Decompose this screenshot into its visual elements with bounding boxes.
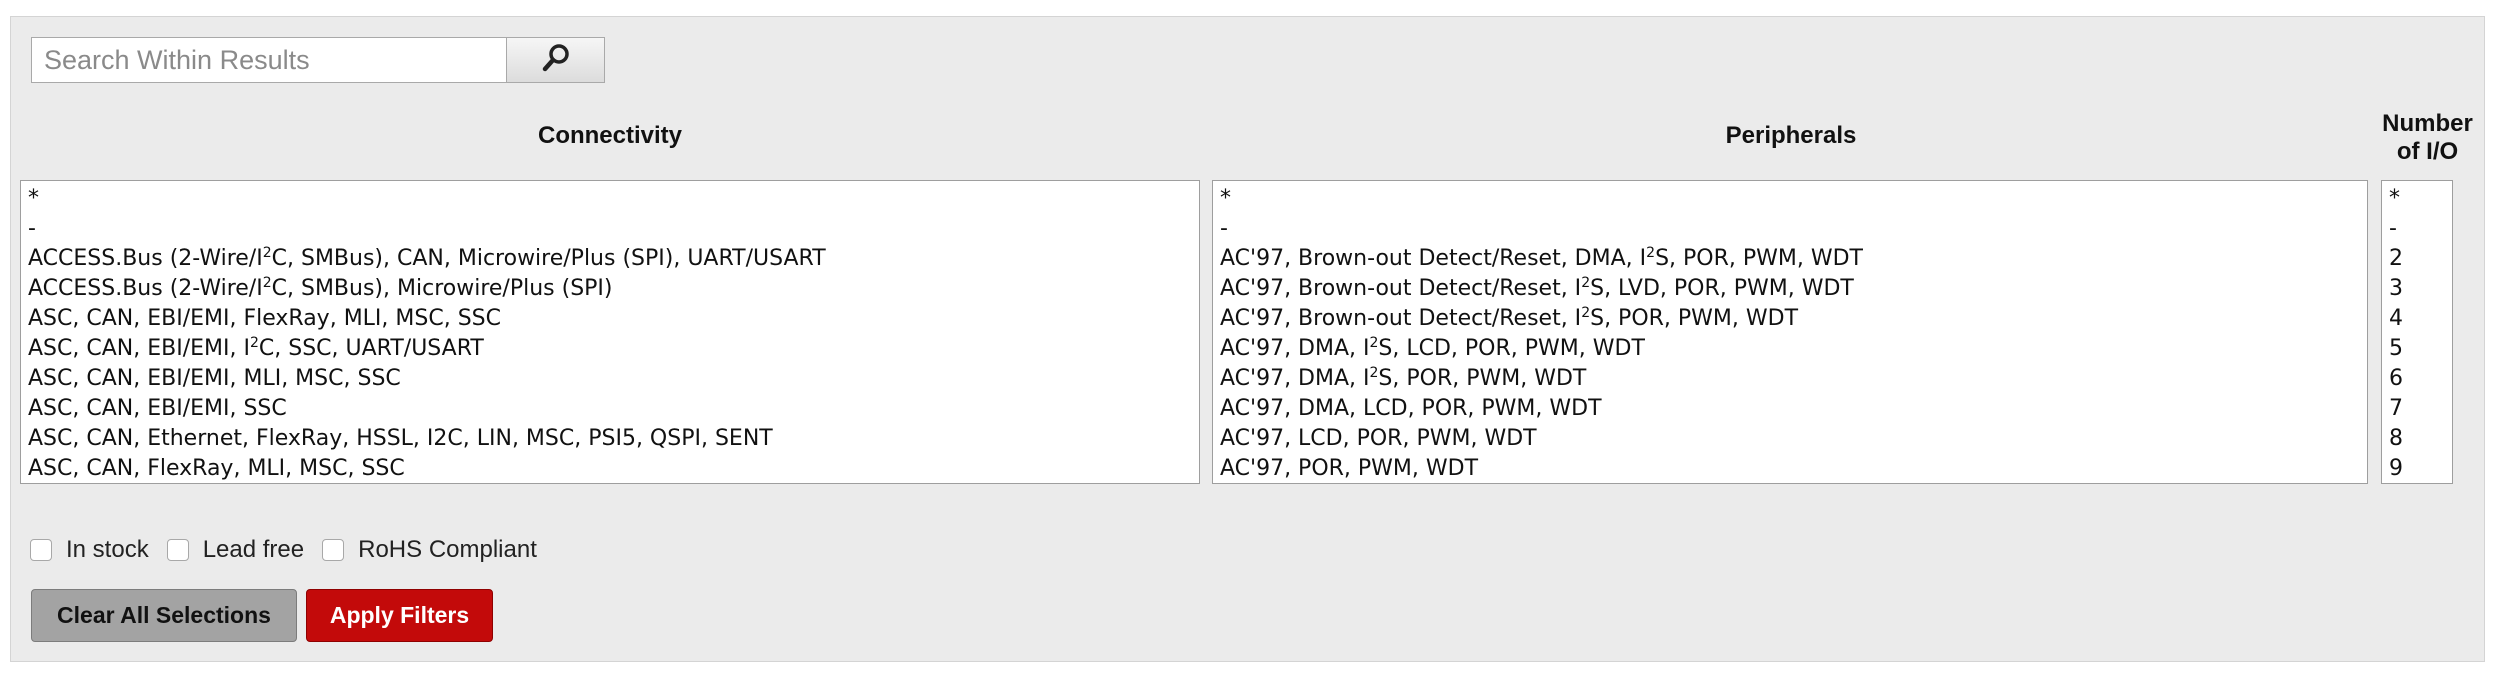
list-option[interactable]: AC'97, Brown-out Detect/Reset, I2S, LVD,… xyxy=(1213,274,2367,304)
list-option[interactable]: * xyxy=(2382,184,2452,214)
list-option[interactable]: * xyxy=(1213,184,2367,214)
in-stock-checkbox[interactable]: In stock xyxy=(30,536,149,564)
search-input[interactable] xyxy=(31,37,507,83)
lead-free-label: Lead free xyxy=(202,536,305,563)
apply-filters-button[interactable]: Apply Filters xyxy=(306,589,493,642)
search-icon xyxy=(540,42,572,79)
list-option[interactable]: - xyxy=(2382,214,2452,244)
number-of-io-header: Number of I/O xyxy=(2370,110,2485,166)
number-of-io-listbox[interactable]: * -2 3 4 5 6 7 8 9 xyxy=(2381,180,2453,484)
clear-all-selections-button[interactable]: Clear All Selections xyxy=(31,589,297,642)
list-option[interactable]: ASC, CAN, EBI/EMI, FlexRay, MLI, MSC, SS… xyxy=(21,304,1199,334)
list-option[interactable]: ASC, CAN, EBI/EMI, MLI, MSC, SSC xyxy=(21,364,1199,394)
connectivity-listbox[interactable]: * - ACCESS.Bus (2-Wire/I2C, SMBus), CAN, M… xyxy=(20,180,1200,484)
list-option[interactable]: 3 xyxy=(2382,274,2452,304)
list-option[interactable]: AC'97, DMA, I2S, LCD, POR, PWM, WDT xyxy=(1213,334,2367,364)
rohs-compliant-checkbox[interactable]: RoHS Compliant xyxy=(322,536,537,564)
search-button[interactable] xyxy=(507,37,605,83)
lead-free-checkbox-box[interactable] xyxy=(166,539,189,561)
list-option[interactable]: * xyxy=(21,184,1199,214)
filter-checkboxes: In stock Lead free RoHS Compliant xyxy=(30,536,555,564)
in-stock-checkbox-box[interactable] xyxy=(30,539,52,561)
lead-free-checkbox[interactable]: Lead free xyxy=(166,536,305,564)
list-option[interactable]: ACCESS.Bus (2-Wire/I2C, SMBus), CAN, Mic… xyxy=(21,244,1199,274)
list-option[interactable]: 6 xyxy=(2382,364,2452,394)
list-option[interactable]: AC'97, Brown-out Detect/Reset, DMA, I2S,… xyxy=(1213,244,2367,274)
number-of-io-header-line2: of I/O xyxy=(2396,138,2459,165)
list-option[interactable]: - xyxy=(1213,214,2367,244)
search-bar xyxy=(31,37,605,83)
list-option[interactable]: 9 xyxy=(2382,454,2452,483)
list-option[interactable]: 2 xyxy=(2382,244,2452,274)
list-option[interactable]: ACCESS.Bus (2-Wire/I2C, SMBus), Microwir… xyxy=(21,274,1199,304)
list-option[interactable]: 5 xyxy=(2382,334,2452,364)
list-option[interactable]: AC'97, Brown-out Detect/Reset, I2S, POR,… xyxy=(1213,304,2367,334)
rohs-compliant-checkbox-box[interactable] xyxy=(322,539,345,561)
number-of-io-header-line1: Number xyxy=(2382,110,2473,137)
list-option[interactable]: - xyxy=(21,214,1199,244)
peripherals-listbox[interactable]: * - AC'97, Brown-out Detect/Reset, DMA, I2… xyxy=(1212,180,2368,484)
list-option[interactable]: ASC, CAN, Ethernet, FlexRay, HSSL, I2C, … xyxy=(21,424,1199,454)
list-option[interactable]: ASC, CAN, FlexRay, MLI, MSC, SSC xyxy=(21,454,1199,483)
list-option[interactable]: AC'97, POR, PWM, WDT xyxy=(1213,454,2367,483)
list-option[interactable]: 8 xyxy=(2382,424,2452,454)
connectivity-header: Connectivity xyxy=(537,122,683,149)
list-option[interactable]: 4 xyxy=(2382,304,2452,334)
in-stock-label: In stock xyxy=(66,536,149,563)
list-option[interactable]: 7 xyxy=(2382,394,2452,424)
list-option[interactable]: AC'97, DMA, LCD, POR, PWM, WDT xyxy=(1213,394,2367,424)
list-option[interactable]: ASC, CAN, EBI/EMI, SSC xyxy=(21,394,1199,424)
peripherals-header: Peripherals xyxy=(1725,122,1857,149)
rohs-compliant-label: RoHS Compliant xyxy=(358,536,537,563)
list-option[interactable]: AC'97, DMA, I2S, POR, PWM, WDT xyxy=(1213,364,2367,394)
list-option[interactable]: AC'97, LCD, POR, PWM, WDT xyxy=(1213,424,2367,454)
list-option[interactable]: ASC, CAN, EBI/EMI, I2C, SSC, UART/USART xyxy=(21,334,1199,364)
